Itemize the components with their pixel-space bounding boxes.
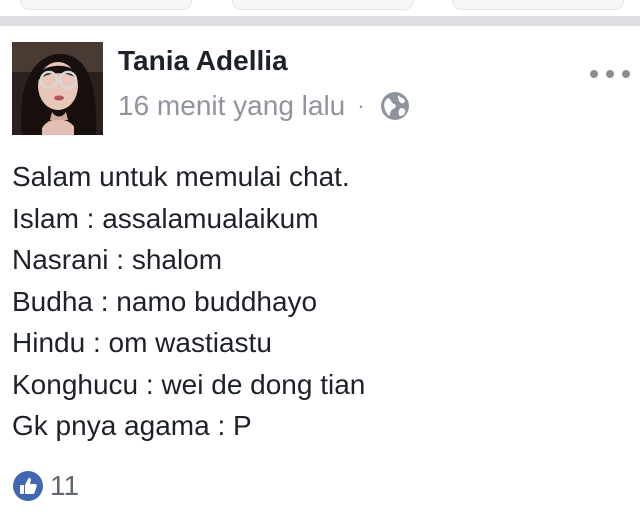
more-options-icon[interactable] — [590, 64, 630, 84]
top-tab-right[interactable] — [452, 0, 624, 10]
author-avatar[interactable] — [12, 42, 103, 135]
more-dot — [622, 70, 630, 78]
like-count: 11 — [50, 470, 80, 501]
like-icon — [13, 471, 43, 501]
more-dot — [590, 70, 598, 78]
post-meta: 16 menit yang lalu · — [118, 88, 411, 124]
meta-separator: · — [357, 93, 365, 118]
post-line: Konghucu : wei de dong tian — [12, 368, 366, 400]
post-line: Nasrani : shalom — [12, 244, 223, 275]
post-body: Salam untuk memulai chat. Islam : assala… — [12, 156, 622, 447]
post-line: Islam : assalamualaikum — [12, 202, 319, 234]
top-tab-center[interactable] — [232, 0, 414, 10]
feed-divider — [0, 16, 640, 26]
reactions-bar[interactable]: 11 — [12, 468, 79, 504]
post-line: Budha : namo buddhayo — [12, 285, 318, 317]
more-dot — [606, 70, 614, 78]
post-line: Hindu : om wastiastu — [12, 327, 272, 358]
globe-icon[interactable] — [379, 90, 411, 122]
top-strip — [0, 0, 640, 26]
top-tab-left[interactable] — [20, 0, 192, 10]
author-name[interactable]: Tania Adellia — [118, 45, 288, 77]
post-line: Gk pnya agama : P — [12, 410, 252, 441]
post-line: Salam untuk memulai chat. — [12, 161, 350, 192]
avatar-photo — [12, 42, 103, 135]
post-timestamp[interactable]: 16 menit yang lalu — [118, 90, 345, 122]
